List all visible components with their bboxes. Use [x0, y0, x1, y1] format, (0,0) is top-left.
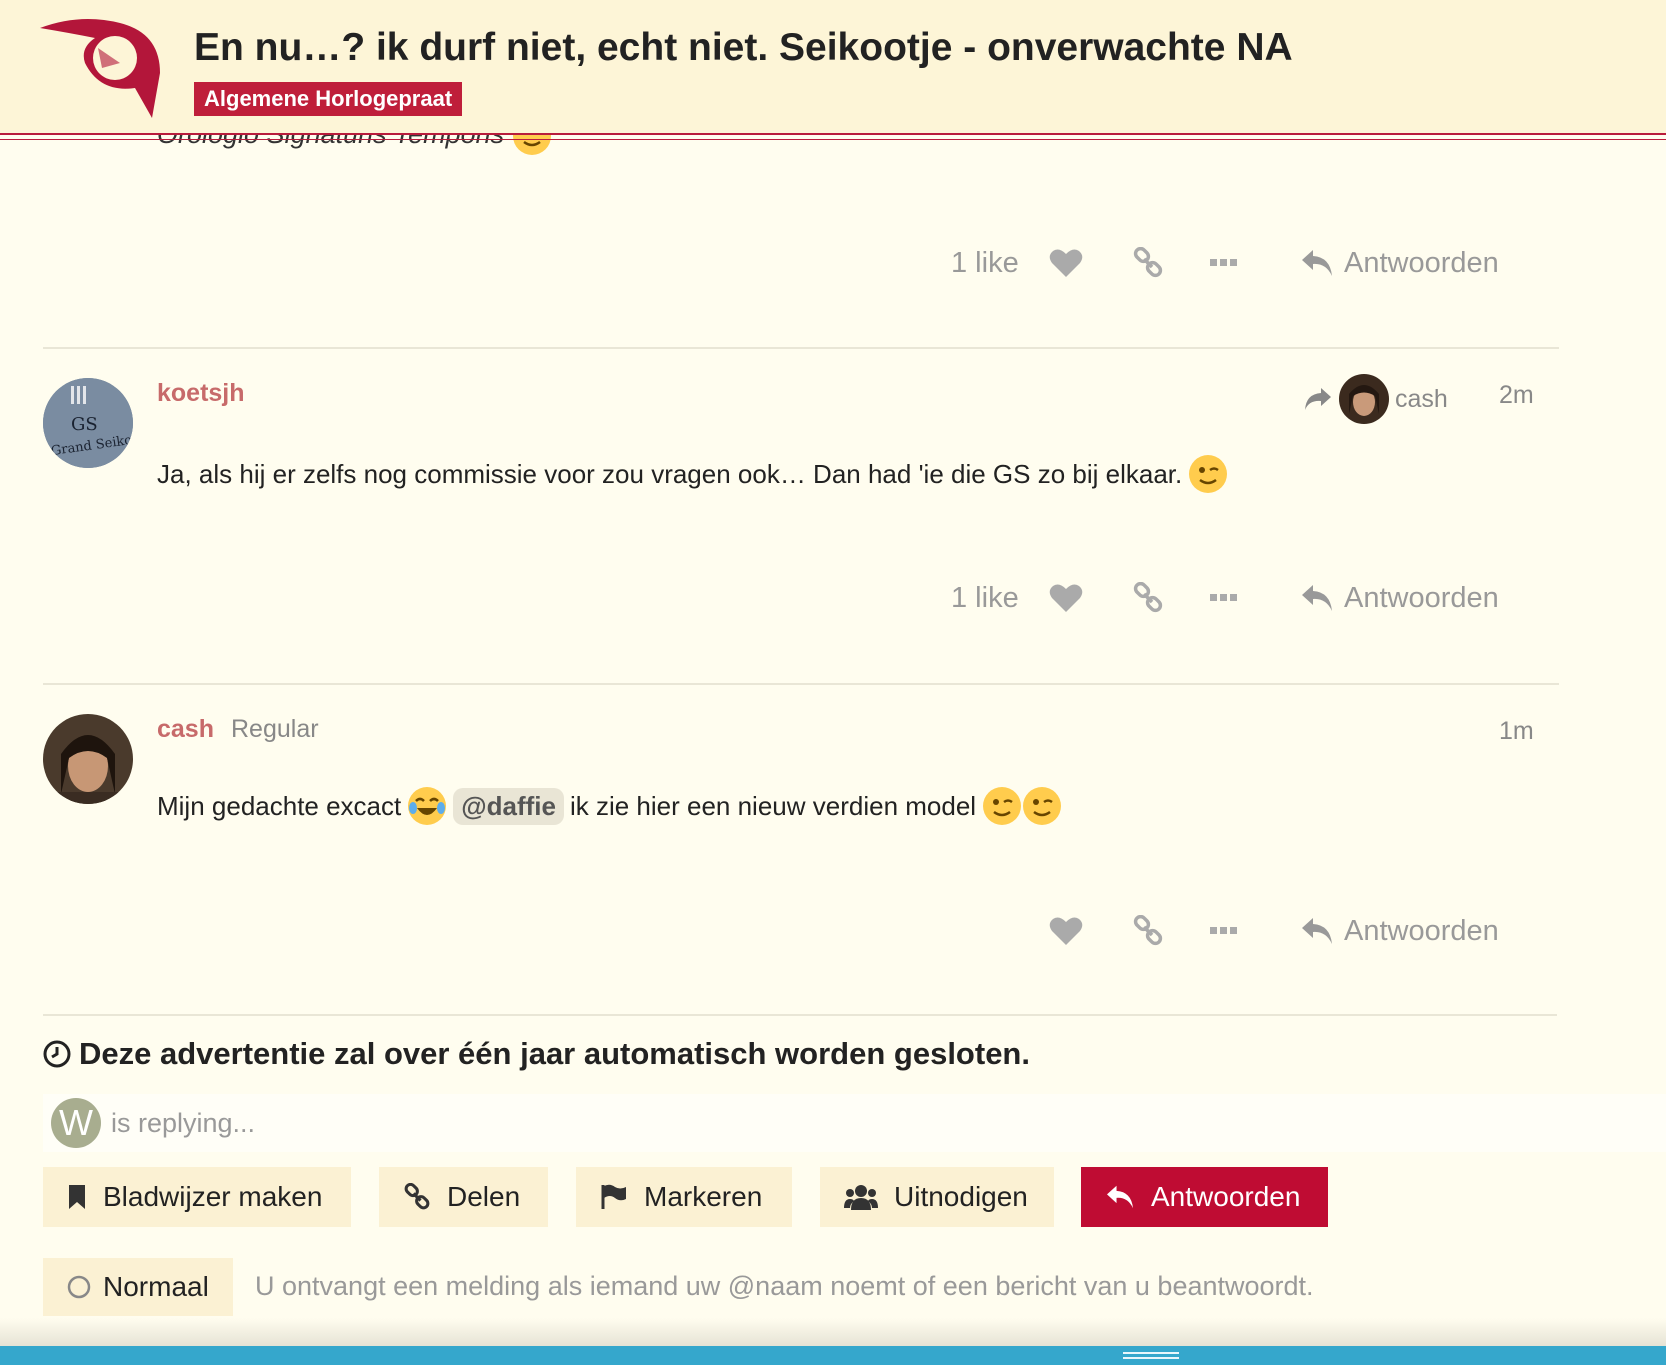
- like-button[interactable]: [1049, 578, 1083, 618]
- user-title: Regular: [231, 715, 319, 743]
- wink-emoji-icon: [1023, 787, 1062, 825]
- reply-button[interactable]: Antwoorden: [1300, 578, 1499, 618]
- avatar: [1339, 374, 1389, 424]
- post-divider: [43, 1014, 1557, 1016]
- post-divider: [43, 683, 1559, 685]
- ellipsis-icon: [1210, 927, 1237, 934]
- like-button[interactable]: [1049, 911, 1083, 951]
- share-button[interactable]: Delen: [379, 1167, 548, 1227]
- flag-icon: [601, 1184, 626, 1209]
- bookmark-button[interactable]: Bladwijzer maken: [43, 1167, 351, 1227]
- reply-icon: [1302, 250, 1332, 276]
- site-logo-icon[interactable]: [40, 18, 175, 123]
- notification-level-button[interactable]: Normaal: [43, 1258, 233, 1316]
- svg-text:GS: GS: [71, 414, 98, 435]
- joy-emoji-icon: [408, 787, 447, 825]
- reply-button[interactable]: Antwoorden: [1300, 911, 1499, 951]
- reply-primary-button[interactable]: Antwoorden: [1081, 1167, 1328, 1227]
- avatar: W: [51, 1098, 101, 1148]
- heart-icon: [1049, 584, 1083, 612]
- reply-icon: [1302, 585, 1332, 611]
- avatar[interactable]: GS Grand Seiko: [43, 378, 133, 468]
- composer-grippie[interactable]: [0, 1346, 1666, 1365]
- circle-icon: [67, 1275, 91, 1299]
- grip-handle-icon[interactable]: [1123, 1352, 1179, 1360]
- share-link-button[interactable]: [1132, 911, 1164, 951]
- replying-indicator: W is replying...: [43, 1094, 1666, 1152]
- post-time[interactable]: 2m: [1499, 381, 1534, 410]
- ellipsis-icon: [1210, 259, 1237, 266]
- share-arrow-icon: [1305, 388, 1331, 410]
- more-actions-button[interactable]: [1210, 911, 1238, 951]
- link-icon: [1133, 247, 1163, 278]
- post-username[interactable]: cash: [157, 715, 214, 744]
- wink-emoji-icon: [983, 787, 1022, 825]
- post-content: Ja, als hij er zelfs nog commissie voor …: [157, 454, 1228, 494]
- link-icon: [404, 1183, 430, 1210]
- topic-title[interactable]: En nu…? ik durf niet, echt niet. Seikoot…: [194, 26, 1293, 70]
- post-divider: [43, 347, 1559, 349]
- topic-header: En nu…? ik durf niet, echt niet. Seikoot…: [0, 0, 1666, 140]
- link-icon: [1133, 582, 1163, 613]
- reply-icon: [1302, 918, 1332, 944]
- like-count[interactable]: 1 like: [951, 243, 1019, 283]
- users-icon: [844, 1185, 878, 1210]
- replying-text: is replying...: [111, 1107, 256, 1138]
- reply-button[interactable]: Antwoorden: [1300, 243, 1499, 283]
- post-username[interactable]: koetsjh: [157, 379, 245, 408]
- wink-emoji-icon: [1189, 455, 1228, 493]
- bookmark-icon: [69, 1185, 85, 1209]
- composer-fade: [0, 1318, 1666, 1346]
- topic-closing-notice: Deze advertentie zal over één jaar autom…: [43, 1036, 1030, 1072]
- like-count[interactable]: 1 like: [951, 578, 1019, 618]
- link-icon: [1133, 915, 1163, 946]
- post-time[interactable]: 1m: [1499, 717, 1534, 746]
- heart-icon: [1049, 917, 1083, 945]
- more-actions-button[interactable]: [1210, 578, 1238, 618]
- reply-icon: [1107, 1185, 1133, 1209]
- flag-button[interactable]: Markeren: [576, 1167, 792, 1227]
- user-mention[interactable]: @daffie: [453, 787, 564, 825]
- like-button[interactable]: [1049, 243, 1083, 283]
- post-content: Mijn gedachte excact @daffie ik zie hier…: [157, 786, 1062, 826]
- ellipsis-icon: [1210, 594, 1237, 601]
- invite-button[interactable]: Uitnodigen: [820, 1167, 1054, 1227]
- share-link-button[interactable]: [1132, 243, 1164, 283]
- notification-description: U ontvangt een melding als iemand uw @na…: [255, 1271, 1314, 1301]
- heart-icon: [1049, 249, 1083, 277]
- avatar[interactable]: [43, 714, 133, 804]
- category-badge[interactable]: Algemene Horlogepraat: [194, 82, 463, 116]
- reply-to-indicator[interactable]: cash: [1303, 374, 1448, 424]
- clock-icon: [43, 1040, 71, 1068]
- more-actions-button[interactable]: [1210, 243, 1238, 283]
- share-link-button[interactable]: [1132, 578, 1164, 618]
